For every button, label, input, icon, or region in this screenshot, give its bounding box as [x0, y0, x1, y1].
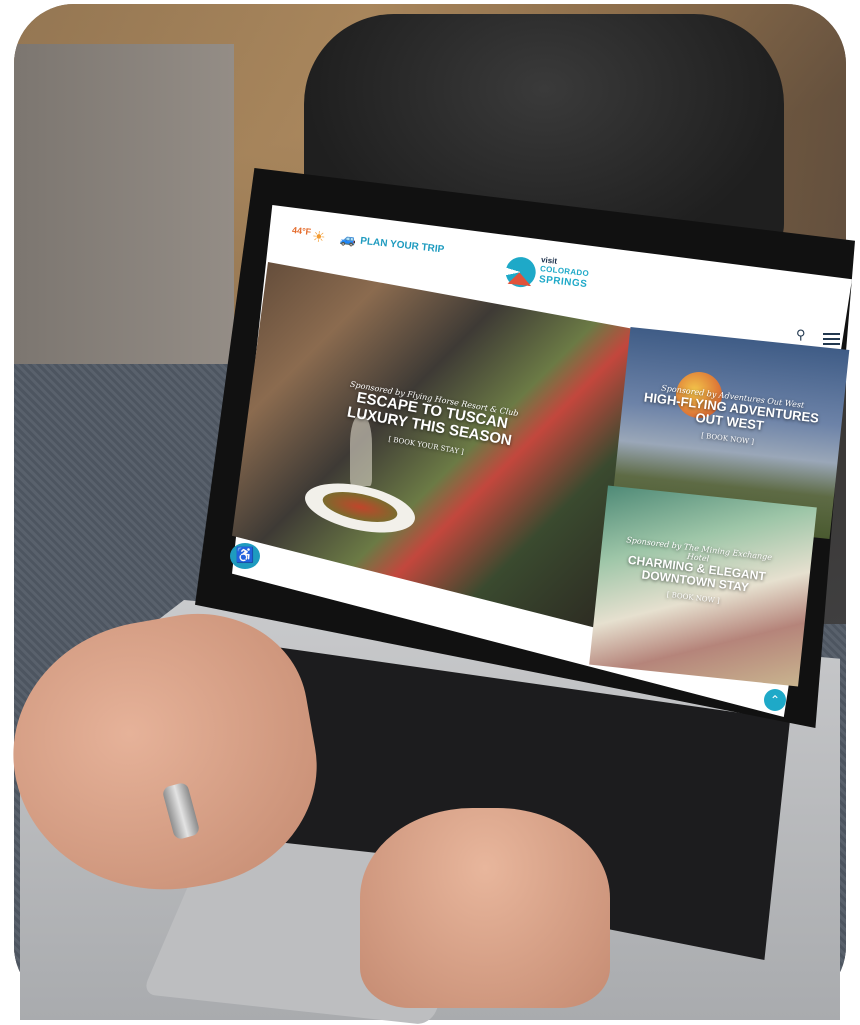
search-icon[interactable]: ⚲ [796, 327, 806, 343]
menu-icon[interactable] [823, 333, 840, 348]
temperature: 44°F [291, 225, 312, 237]
sun-icon: ☀ [311, 228, 327, 247]
site-logo[interactable]: visit COLORADO SPRINGS [503, 252, 594, 309]
car-icon: 🚙 [339, 230, 358, 248]
right-hand [360, 808, 610, 1008]
scroll-top-button[interactable]: ⌃ [764, 689, 786, 711]
accessibility-icon[interactable]: ♿ [230, 543, 260, 569]
